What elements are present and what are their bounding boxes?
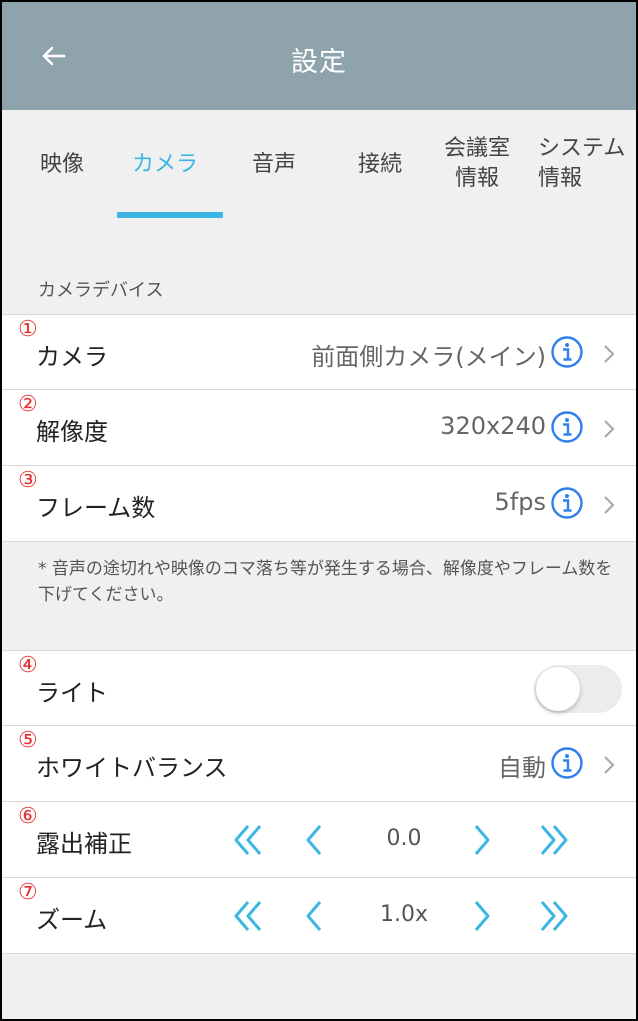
- setting-value: 自動: [498, 754, 546, 782]
- info-icon[interactable]: [550, 335, 584, 369]
- exposure-value: 0.0: [386, 826, 422, 851]
- setting-row-light: ④ ライト: [2, 650, 636, 726]
- setting-row-exposure: ⑥ 露出補正 0.0: [2, 802, 636, 878]
- chevron-right-icon: [604, 756, 615, 774]
- tab-room-info-line1: 会議室: [444, 136, 511, 161]
- tab-system-info-line1: システム: [538, 136, 626, 161]
- tab-room-info[interactable]: 会議室 情報: [444, 134, 510, 194]
- double-chevron-left-icon[interactable]: [228, 820, 268, 860]
- setting-label: フレーム数: [36, 494, 156, 522]
- setting-label: 露出補正: [36, 830, 132, 858]
- info-icon[interactable]: [550, 746, 584, 780]
- setting-row-camera[interactable]: ① カメラ 前面側カメラ(メイン): [2, 314, 636, 390]
- annotation-number: ⑦: [18, 880, 38, 905]
- page-title: 設定: [291, 47, 347, 78]
- chevron-right-icon: [604, 496, 615, 514]
- tab-room-info-line2: 情報: [455, 166, 500, 191]
- app-header: 設定: [2, 2, 636, 110]
- double-chevron-right-icon[interactable]: [534, 896, 574, 936]
- setting-label: ズーム: [36, 906, 108, 934]
- chevron-right-icon: [604, 345, 615, 363]
- annotation-number: ②: [18, 392, 38, 417]
- double-chevron-right-icon[interactable]: [534, 820, 574, 860]
- tab-bar: 映像 カメラ 音声 接続 会議室 情報 システム 情報: [2, 110, 636, 228]
- info-icon[interactable]: [550, 410, 584, 444]
- annotation-number: ⑥: [18, 804, 38, 829]
- section-label-camera-device: カメラデバイス: [38, 280, 164, 301]
- setting-row-white-balance[interactable]: ⑤ ホワイトバランス 自動: [2, 726, 636, 802]
- setting-label: ライト: [36, 679, 108, 707]
- settings-screen: 設定 映像 カメラ 音声 接続 会議室 情報 システム 情報 カメラデバイス ①…: [0, 0, 638, 1021]
- toggle-knob: [536, 667, 580, 711]
- zoom-value: 1.0x: [379, 902, 428, 927]
- setting-value: 前面側カメラ(メイン): [311, 343, 546, 371]
- empty-footer-area: [2, 956, 636, 1019]
- double-chevron-left-icon[interactable]: [228, 896, 268, 936]
- setting-row-framerate[interactable]: ③ フレーム数 5fps: [2, 466, 636, 542]
- annotation-number: ③: [18, 468, 38, 493]
- tab-audio[interactable]: 音声: [252, 150, 296, 180]
- annotation-number: ④: [18, 653, 38, 678]
- setting-row-zoom: ⑦ ズーム 1.0x: [2, 878, 636, 954]
- chevron-left-icon[interactable]: [298, 896, 328, 936]
- active-tab-indicator: [117, 212, 223, 218]
- tab-video[interactable]: 映像: [40, 150, 84, 180]
- resolution-note: * 音声の途切れや映像のコマ落ち等が発生する場合、解像度やフレーム数を下げてくだ…: [38, 559, 613, 605]
- tab-camera[interactable]: カメラ: [132, 150, 198, 180]
- setting-label: 解像度: [36, 418, 108, 446]
- annotation-number: ⑤: [18, 728, 38, 753]
- light-toggle[interactable]: [534, 665, 622, 713]
- setting-label: ホワイトバランス: [36, 754, 228, 782]
- info-icon[interactable]: [550, 486, 584, 520]
- tab-system-info-line2: 情報: [538, 166, 583, 191]
- chevron-right-icon[interactable]: [468, 820, 498, 860]
- tab-connection[interactable]: 接続: [358, 150, 402, 180]
- setting-row-resolution[interactable]: ② 解像度 320x240: [2, 390, 636, 466]
- chevron-right-icon[interactable]: [468, 896, 498, 936]
- setting-label: カメラ: [36, 343, 108, 371]
- annotation-number: ①: [18, 317, 38, 342]
- setting-value: 5fps: [494, 488, 546, 516]
- tab-system-info[interactable]: システム 情報: [538, 134, 625, 194]
- chevron-left-icon[interactable]: [298, 820, 328, 860]
- chevron-right-icon: [604, 420, 615, 438]
- setting-value: 320x240: [440, 412, 546, 440]
